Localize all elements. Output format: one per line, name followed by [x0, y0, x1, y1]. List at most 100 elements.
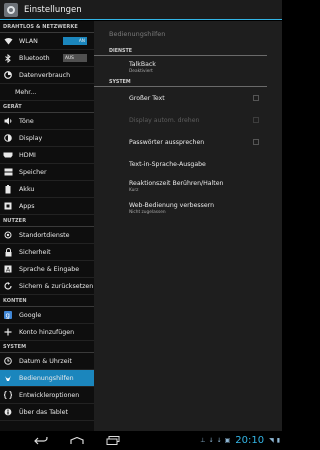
apps-icon — [3, 201, 13, 211]
storage-icon — [3, 167, 13, 177]
pref-summary: Nicht zugelassen — [129, 209, 166, 215]
google-icon: g — [3, 310, 13, 320]
header-item-backup[interactable]: Sichern & zurücksetzen — [0, 278, 94, 295]
large-text-checkbox[interactable] — [253, 95, 259, 101]
lock-icon — [3, 247, 13, 257]
battery-status-icon: ▮ — [276, 437, 280, 444]
pref-large-text[interactable]: Großer Text — [94, 87, 282, 109]
pref-title: Passwörter aussprechen — [129, 138, 205, 146]
header-item-security[interactable]: Sicherheit — [0, 244, 94, 261]
speak-passwords-checkbox[interactable] — [253, 139, 259, 145]
header-item-storage[interactable]: Speicher — [0, 164, 94, 181]
header-item-google[interactable]: g Google — [0, 307, 94, 324]
header-item-label: Sicherheit — [19, 248, 51, 256]
section-header-device: GERÄT — [0, 101, 94, 113]
recent-apps-button[interactable] — [102, 434, 124, 448]
pref-title: Display autom. drehen — [129, 116, 200, 124]
header-item-label: Konto hinzufügen — [19, 328, 75, 336]
volume-icon — [3, 116, 13, 126]
pref-speak-passwords[interactable]: Passwörter aussprechen — [94, 131, 282, 153]
header-item-developer-options[interactable]: Entwickleroptionen — [0, 387, 94, 404]
notification-icon: ▣ — [224, 437, 231, 444]
download-icon: ↓ — [208, 437, 214, 444]
pref-title: TalkBack — [129, 60, 156, 68]
home-button[interactable] — [66, 434, 88, 448]
download-icon-2: ↓ — [216, 437, 222, 444]
header-item-label: Standortdienste — [19, 231, 70, 239]
header-item-battery[interactable]: Akku — [0, 181, 94, 198]
header-item-label: Mehr... — [15, 88, 37, 96]
header-item-label: Bluetooth — [19, 54, 50, 62]
battery-icon — [3, 184, 13, 194]
home-icon — [70, 436, 84, 444]
bluetooth-toggle[interactable]: AUS — [63, 54, 87, 62]
section-header-system: SYSTEM — [0, 341, 94, 353]
action-bar: Einstellungen — [0, 0, 282, 20]
location-icon — [3, 230, 13, 240]
accessibility-settings-pane: Bedienungshilfen DIENSTE TalkBack Deakti… — [94, 21, 282, 431]
clock: 20:10 — [235, 435, 265, 446]
pref-tts-output[interactable]: Text-in-Sprache-Ausgabe — [94, 153, 282, 175]
header-item-label: Display — [19, 134, 43, 142]
pref-title: Text-in-Sprache-Ausgabe — [129, 160, 206, 168]
header-item-wlan[interactable]: WLAN AN — [0, 33, 94, 50]
header-item-label: WLAN — [19, 37, 38, 45]
header-item-location[interactable]: Standortdienste — [0, 227, 94, 244]
back-button[interactable] — [30, 434, 52, 448]
pref-summary: Deaktiviert — [129, 68, 153, 74]
header-item-label: Speicher — [19, 168, 47, 176]
header-item-display[interactable]: Display — [0, 130, 94, 147]
header-item-label: Datenverbrauch — [19, 71, 71, 79]
header-item-add-account[interactable]: Konto hinzufügen — [0, 324, 94, 341]
header-item-label: Über das Tablet — [19, 408, 68, 416]
backup-icon — [3, 281, 13, 291]
header-item-data-usage[interactable]: Datenverbrauch — [0, 67, 94, 84]
status-area[interactable]: ⊥ ↓ ↓ ▣ 20:10 ◥ ▮ — [200, 431, 280, 450]
display-icon — [3, 133, 13, 143]
bluetooth-icon — [3, 53, 13, 63]
pane-title: Bedienungshilfen — [109, 30, 166, 38]
header-item-date-time[interactable]: Datum & Uhrzeit — [0, 353, 94, 370]
header-item-accessibility[interactable]: Bedienungshilfen — [0, 370, 94, 387]
settings-headers-list: DRAHTLOS & NETZWERKE WLAN AN Bluetooth A… — [0, 21, 94, 431]
pref-title: Web-Bedienung verbessern — [129, 201, 215, 209]
hdmi-icon — [3, 150, 13, 160]
header-item-label: Apps — [19, 202, 35, 210]
header-item-more[interactable]: Mehr... — [0, 84, 94, 101]
action-bar-title: Einstellungen — [24, 4, 82, 15]
svg-text:g: g — [6, 312, 10, 319]
header-item-language[interactable]: A Sprache & Eingabe — [0, 261, 94, 278]
language-icon: A — [3, 264, 13, 274]
clock-icon — [3, 356, 13, 366]
system-bar: ⊥ ↓ ↓ ▣ 20:10 ◥ ▮ — [0, 431, 282, 450]
header-item-bluetooth[interactable]: Bluetooth AUS — [0, 50, 94, 67]
pref-title: Großer Text — [129, 94, 165, 102]
wifi-icon — [3, 36, 13, 46]
header-item-label: Google — [19, 311, 42, 319]
header-item-hdmi[interactable]: HDMI — [0, 147, 94, 164]
header-item-label: Sichern & zurücksetzen — [19, 282, 94, 290]
accessibility-icon — [3, 373, 13, 383]
data-usage-icon — [3, 70, 13, 80]
system-section-header: SYSTEM — [94, 78, 267, 87]
pref-web-accessibility[interactable]: Web-Bedienung verbessern Nicht zugelasse… — [94, 197, 282, 219]
pref-title: Reaktionszeit Berühren/Halten — [129, 179, 224, 187]
header-item-label: Bedienungshilfen — [19, 374, 74, 382]
header-item-apps[interactable]: Apps — [0, 198, 94, 215]
header-item-sound[interactable]: Töne — [0, 113, 94, 130]
header-item-label: Akku — [19, 185, 35, 193]
settings-app-icon[interactable] — [4, 2, 18, 17]
plus-icon — [3, 327, 13, 337]
header-item-label: Entwickleroptionen — [19, 391, 80, 399]
wlan-toggle[interactable]: AN — [63, 37, 87, 45]
usb-icon: ⊥ — [200, 437, 206, 444]
back-icon — [34, 436, 48, 444]
section-header-accounts: KONTEN — [0, 295, 94, 307]
pref-talkback[interactable]: TalkBack Deaktiviert — [94, 56, 282, 78]
pref-auto-rotate: Display autom. drehen — [94, 109, 282, 131]
pref-touch-hold-delay[interactable]: Reaktionszeit Berühren/Halten Kurz — [94, 175, 282, 197]
header-item-about-tablet[interactable]: Über das Tablet — [0, 404, 94, 421]
section-header-personal: NUTZER — [0, 215, 94, 227]
header-item-label: Sprache & Eingabe — [19, 265, 80, 273]
info-icon — [3, 407, 13, 417]
